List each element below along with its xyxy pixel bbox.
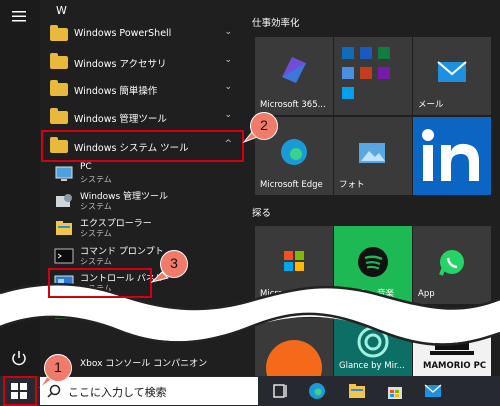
step-badge-3: 3 <box>160 250 188 278</box>
callout-pointers <box>39 131 262 389</box>
step-badge-1: 1 <box>44 354 72 382</box>
step-badge-2: 2 <box>250 112 278 140</box>
